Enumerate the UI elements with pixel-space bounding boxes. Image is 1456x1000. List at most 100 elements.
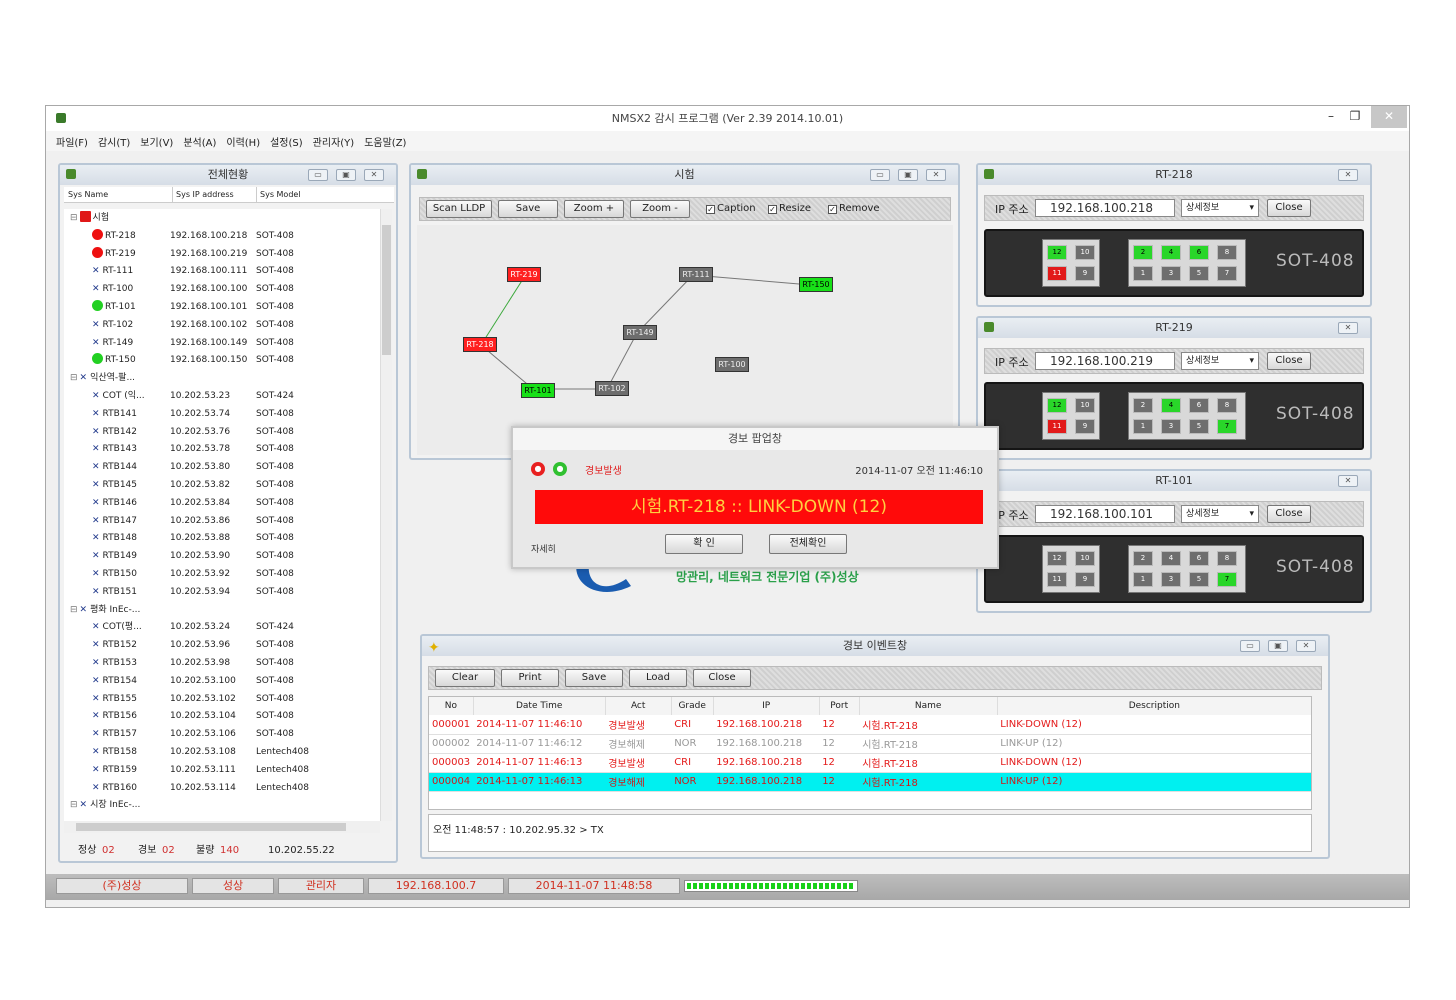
save-button[interactable]: Save <box>565 669 623 687</box>
tree-row[interactable]: ✕ RTB142 10.202.53.76 SOT-408 <box>64 423 380 441</box>
col-grade[interactable]: Grade <box>671 697 714 715</box>
port-led[interactable]: 10 <box>1075 398 1095 413</box>
port-led[interactable]: 9 <box>1075 572 1095 587</box>
scroll-thumb[interactable] <box>382 225 391 355</box>
port-led[interactable]: 12 <box>1047 398 1067 413</box>
tree-row[interactable]: ✕ RTB153 10.202.53.98 SOT-408 <box>64 654 380 672</box>
resize-checkbox[interactable]: ✓ Resize <box>768 202 811 216</box>
port-led[interactable]: 8 <box>1217 398 1237 413</box>
port-led[interactable]: 9 <box>1075 266 1095 281</box>
tree-row[interactable]: ✕ RTB158 10.202.53.108 Lentech408 <box>64 743 380 761</box>
topo-node-rt218[interactable]: RT-218 <box>463 337 497 352</box>
col-header-ip[interactable]: Sys IP address <box>172 187 234 203</box>
event-row[interactable]: 000002 2014-11-07 11:46:12 경보해제 NOR 192.168.… <box>429 734 1311 754</box>
tree-row[interactable]: ✕ RTB157 10.202.53.106 SOT-408 <box>64 725 380 743</box>
ip-field[interactable]: 192.168.100.219 <box>1035 352 1175 370</box>
tree-row[interactable]: ⊟ 시험 <box>64 209 380 227</box>
clear-button[interactable]: Clear <box>435 669 495 687</box>
minimize-icon[interactable]: ▭ <box>1240 640 1260 652</box>
load-button[interactable]: Load <box>629 669 687 687</box>
port-led[interactable]: 12 <box>1047 245 1067 260</box>
topo-node-rt100[interactable]: RT-100 <box>715 357 749 372</box>
tree-row[interactable]: ✕ RT-111 192.168.100.111 SOT-408 <box>64 262 380 280</box>
maximize-button[interactable]: ❐ <box>1341 106 1369 128</box>
port-led[interactable]: 3 <box>1161 572 1181 587</box>
tree-row[interactable]: ✕ RTB145 10.202.53.82 SOT-408 <box>64 476 380 494</box>
minimize-icon[interactable]: ▭ <box>870 169 890 181</box>
menu-admin[interactable]: 관리자(Y) <box>308 131 360 149</box>
device-close-button[interactable]: Close <box>1267 199 1311 217</box>
tree-row[interactable]: ✕ RTB159 10.202.53.111 Lentech408 <box>64 761 380 779</box>
event-row[interactable]: 000001 2014-11-07 11:46:10 경보발생 CRI 192.168.… <box>429 715 1311 735</box>
topology-canvas[interactable]: RT-219 RT-218 RT-101 RT-102 RT-149 RT-11… <box>417 225 953 455</box>
menu-help[interactable]: 도움말(Z) <box>359 131 411 149</box>
remove-checkbox[interactable]: ✓ Remove <box>828 202 880 216</box>
col-datetime[interactable]: Date Time <box>473 697 606 715</box>
port-led[interactable]: 2 <box>1133 245 1153 260</box>
tree-row[interactable]: ✕ RTB160 10.202.53.114 Lentech408 <box>64 779 380 797</box>
menu-view[interactable]: 보기(V) <box>135 131 178 149</box>
device-close-button[interactable]: Close <box>1267 352 1311 370</box>
port-led[interactable]: 7 <box>1217 572 1237 587</box>
topo-node-rt102[interactable]: RT-102 <box>595 381 629 396</box>
zoom-out-button[interactable]: Zoom - <box>630 200 690 218</box>
tree-row[interactable]: ✕ RT-100 192.168.100.100 SOT-408 <box>64 280 380 298</box>
port-led[interactable]: 6 <box>1189 398 1209 413</box>
tree-row[interactable]: ✕ RTB147 10.202.53.86 SOT-408 <box>64 512 380 530</box>
col-act[interactable]: Act <box>605 697 672 715</box>
tree-row[interactable]: ✕ RTB146 10.202.53.84 SOT-408 <box>64 494 380 512</box>
tree-row[interactable]: ✕ RTB151 10.202.53.94 SOT-408 <box>64 583 380 601</box>
tree-row[interactable]: ⊟ ✕ 평화 InEc-... <box>64 601 380 619</box>
port-led[interactable]: 11 <box>1047 419 1067 434</box>
tree-row[interactable]: ✕ RTB155 10.202.53.102 SOT-408 <box>64 690 380 708</box>
zoom-in-button[interactable]: Zoom + <box>564 200 624 218</box>
port-led[interactable]: 5 <box>1189 419 1209 434</box>
tree-row[interactable]: RT-218 192.168.100.218 SOT-408 <box>64 227 380 245</box>
tree-row[interactable]: ✕ RTB144 10.202.53.80 SOT-408 <box>64 458 380 476</box>
port-led[interactable]: 7 <box>1217 419 1237 434</box>
topo-node-rt111[interactable]: RT-111 <box>679 267 713 282</box>
port-led[interactable]: 6 <box>1189 245 1209 260</box>
port-led[interactable]: 8 <box>1217 245 1237 260</box>
topo-node-rt101[interactable]: RT-101 <box>521 383 555 398</box>
col-name[interactable]: Name <box>859 697 998 715</box>
col-no[interactable]: No <box>429 697 474 715</box>
menu-monitor[interactable]: 감시(T) <box>93 131 135 149</box>
expand-toggle-icon[interactable]: ⊟ <box>70 605 78 615</box>
tree-row[interactable]: ✕ RTB148 10.202.53.88 SOT-408 <box>64 529 380 547</box>
popup-ok-button[interactable]: 확 인 <box>665 534 743 554</box>
print-button[interactable]: Print <box>501 669 559 687</box>
event-row[interactable]: 000004 2014-11-07 11:46:13 경보해제 NOR 192.168.… <box>429 772 1311 792</box>
topo-node-rt219[interactable]: RT-219 <box>507 267 541 282</box>
close-button[interactable]: ✕ <box>1371 106 1407 128</box>
col-ip[interactable]: IP <box>713 697 820 715</box>
minimize-icon[interactable]: ▭ <box>308 169 328 181</box>
port-led[interactable]: 6 <box>1189 551 1209 566</box>
restore-icon[interactable]: ▣ <box>1268 640 1288 652</box>
detail-dropdown[interactable]: 상세정보 ▾ <box>1181 505 1259 523</box>
popup-ack-all-button[interactable]: 전체확인 <box>769 534 847 554</box>
port-led[interactable]: 1 <box>1133 266 1153 281</box>
expand-toggle-icon[interactable]: ⊟ <box>70 800 78 810</box>
col-header-model[interactable]: Sys Model <box>256 187 301 203</box>
tree-row[interactable]: ✕ COT(평... 10.202.53.24 SOT-424 <box>64 618 380 636</box>
hscroll-thumb[interactable] <box>76 823 346 831</box>
event-row[interactable]: 000003 2014-11-07 11:46:13 경보발생 CRI 192.168.… <box>429 753 1311 773</box>
tree-row[interactable]: ✕ RTB156 10.202.53.104 SOT-408 <box>64 707 380 725</box>
topo-node-rt149[interactable]: RT-149 <box>623 325 657 340</box>
col-header-name[interactable]: Sys Name <box>68 187 108 203</box>
menu-settings[interactable]: 설정(S) <box>265 131 308 149</box>
ip-field[interactable]: 192.168.100.101 <box>1035 505 1175 523</box>
ip-field[interactable]: 192.168.100.218 <box>1035 199 1175 217</box>
tree-row[interactable]: ✕ RTB150 10.202.53.92 SOT-408 <box>64 565 380 583</box>
tree-row[interactable]: ✕ RT-102 192.168.100.102 SOT-408 <box>64 316 380 334</box>
close-icon[interactable]: ✕ <box>364 169 384 181</box>
restore-icon[interactable]: ▣ <box>898 169 918 181</box>
tree-row[interactable]: ✕ RTB149 10.202.53.90 SOT-408 <box>64 547 380 565</box>
scan-lldp-button[interactable]: Scan LLDP <box>426 200 492 218</box>
port-led[interactable]: 3 <box>1161 419 1181 434</box>
save-button[interactable]: Save <box>498 200 558 218</box>
menu-analysis[interactable]: 분석(A) <box>178 131 221 149</box>
port-led[interactable]: 5 <box>1189 266 1209 281</box>
restore-icon[interactable]: ▣ <box>336 169 356 181</box>
